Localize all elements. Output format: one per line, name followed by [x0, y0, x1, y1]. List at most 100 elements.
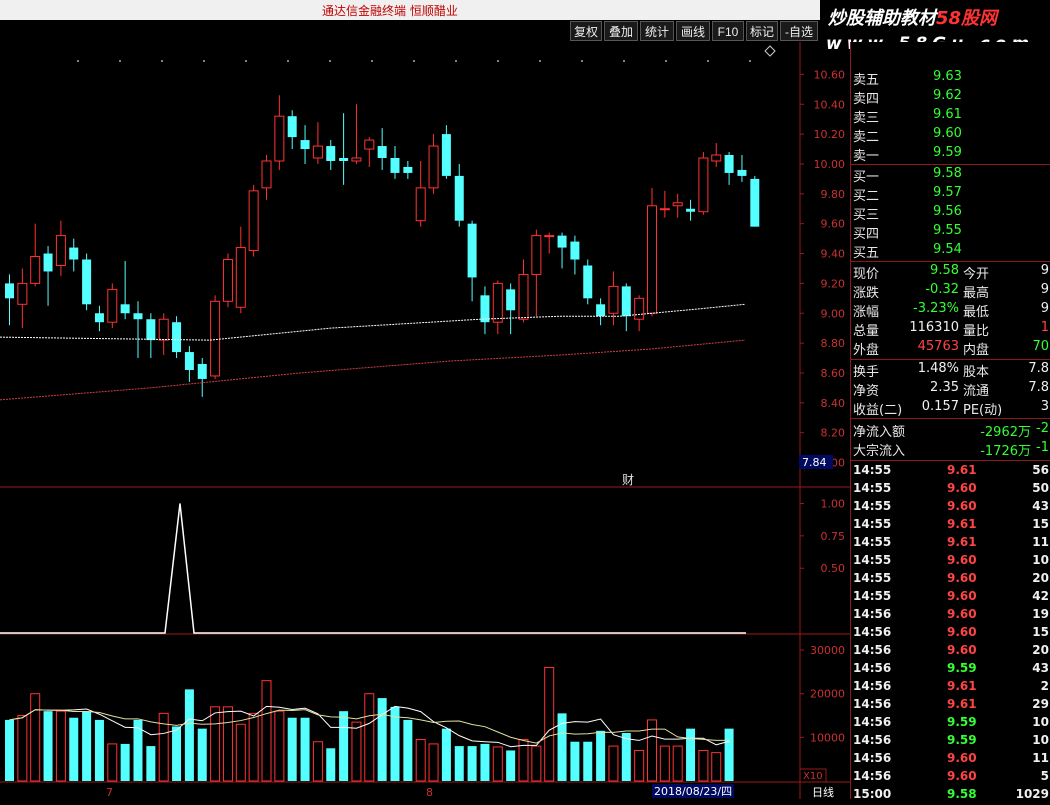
top-dot-marker [161, 60, 163, 62]
stat-label-2: 今开 [963, 267, 990, 282]
volume-bar [711, 752, 722, 782]
bid-price: 9.55 [933, 223, 962, 238]
candle-body [235, 247, 246, 308]
chart-area[interactable]: 10.60 10.40 10.20 10.00 9.80 9.60 9.40 9.20 9.00… [0, 42, 850, 799]
candle-body [172, 322, 182, 353]
candle-body [608, 285, 619, 314]
ma-line-red [0, 339, 746, 401]
tick-volume: 56 [1032, 463, 1049, 477]
flow-extra: -2 [1036, 421, 1049, 436]
top-dot-marker [707, 60, 709, 62]
volume-bar [235, 723, 246, 782]
bid-row: 买五 9.54 [851, 242, 1050, 261]
ask-price: 9.62 [933, 88, 962, 103]
tick-time: 14:56 [853, 625, 892, 639]
candle-body [711, 154, 722, 162]
ask-price: 9.59 [933, 145, 962, 160]
flow-extra: -1 [1036, 440, 1049, 455]
tick-price: 9.60 [947, 643, 977, 657]
tick-price: 9.59 [947, 733, 977, 747]
tick-row: 14:55 9.60 43 [851, 499, 1050, 517]
candle-body [583, 265, 593, 299]
mark-button[interactable]: 标记 [746, 21, 778, 41]
indicator-tick-label: 0.50 [821, 562, 846, 575]
tick-row: 14:56 9.60 11 [851, 751, 1050, 769]
candle-body [390, 157, 400, 173]
top-dot-marker [455, 60, 457, 62]
overlay-button[interactable]: 叠加 [604, 21, 638, 41]
volume-bar [146, 746, 156, 781]
volume-bar [351, 721, 362, 782]
tick-time: 14:56 [853, 679, 892, 693]
statistics-button[interactable]: 统计 [640, 21, 674, 41]
tick-price: 9.61 [947, 517, 977, 531]
candle-body [698, 157, 709, 213]
stat-row: 总量 116310 量比 1 [851, 320, 1050, 339]
stat2-value: 2.35 [930, 380, 959, 395]
candle-body [492, 282, 503, 323]
tick-volume: 42 [1032, 589, 1049, 603]
tick-time: 14:56 [853, 733, 892, 747]
volume-bar [634, 749, 645, 782]
top-dot-marker [413, 60, 415, 62]
stat-value: -0.32 [925, 282, 959, 297]
tick-price: 9.61 [947, 463, 977, 477]
top-dot-marker [539, 60, 541, 62]
volume-bar [724, 728, 734, 781]
stat2-value: 0.157 [921, 399, 959, 414]
stat-row: 涨幅 -3.23% 最低 9 [851, 301, 1050, 320]
top-dot-marker [665, 60, 667, 62]
watchlist-button[interactable]: -自选 [780, 21, 818, 41]
fuquan-button[interactable]: 复权 [570, 21, 602, 41]
stat-value: -3.23% [913, 301, 959, 316]
top-dot-marker [623, 60, 625, 62]
candle-body [210, 300, 221, 377]
quote-panel: 卖五 9.63 卖四 9.62 卖三 9.61 卖二 9.60 卖一 9.59 买一 9.58 买二 9.… [850, 42, 1050, 801]
date-label: 2018/08/23/四 [654, 785, 732, 798]
tick-volume: 43 [1032, 499, 1049, 513]
tick-price: 9.61 [947, 679, 977, 693]
candle-body [339, 157, 349, 161]
volume-bar [441, 728, 451, 781]
tick-volume: 5 [1040, 769, 1049, 783]
volume-bar [248, 712, 259, 782]
tick-volume: 10 [1032, 733, 1049, 747]
indicator-tick-label: 0.75 [821, 530, 846, 543]
price-tick-label: 10.60 [814, 68, 846, 81]
window-title: 通达信金融终端 恒顺醋业 [322, 4, 458, 18]
candle-body [403, 166, 413, 173]
tick-volume: 29 [1032, 697, 1049, 711]
stat-label-2: 最高 [963, 286, 990, 301]
volume-bar [120, 743, 130, 781]
x-label-month-7: 7 [106, 786, 113, 799]
volume-bar [403, 719, 413, 781]
top-dot-marker [329, 60, 331, 62]
ask-price: 9.63 [933, 69, 962, 84]
candle-body [737, 169, 747, 176]
tick-time: 14:55 [853, 517, 892, 531]
candle-body [248, 190, 259, 252]
price-tick-label: 8.60 [821, 367, 846, 380]
tick-row: 14:55 9.61 15 [851, 517, 1050, 535]
candle-body [55, 235, 66, 266]
price-tick-label: 9.00 [821, 307, 846, 320]
volume-bar [82, 711, 92, 781]
tick-volume: 15 [1032, 625, 1049, 639]
tick-price: 9.60 [947, 589, 977, 603]
stat2-label-2: PE(动) [963, 403, 1003, 418]
candle-body [17, 282, 28, 305]
stat-label: 涨跌 [853, 286, 880, 301]
ask-label: 卖三 [853, 111, 880, 126]
stat2-label: 换手 [853, 365, 880, 380]
bid-label: 买四 [853, 227, 880, 242]
price-tick-label: 10.00 [814, 158, 846, 171]
ask-price: 9.60 [933, 126, 962, 141]
volume-bar [184, 689, 194, 781]
draw-line-button[interactable]: 画线 [676, 21, 710, 41]
candle-body [43, 253, 53, 272]
candle-body [5, 283, 14, 299]
candle-body [133, 313, 143, 320]
volume-tick-label: 20000 [810, 688, 845, 701]
period-label: 日线 [812, 785, 834, 799]
f10-button[interactable]: F10 [712, 21, 744, 41]
